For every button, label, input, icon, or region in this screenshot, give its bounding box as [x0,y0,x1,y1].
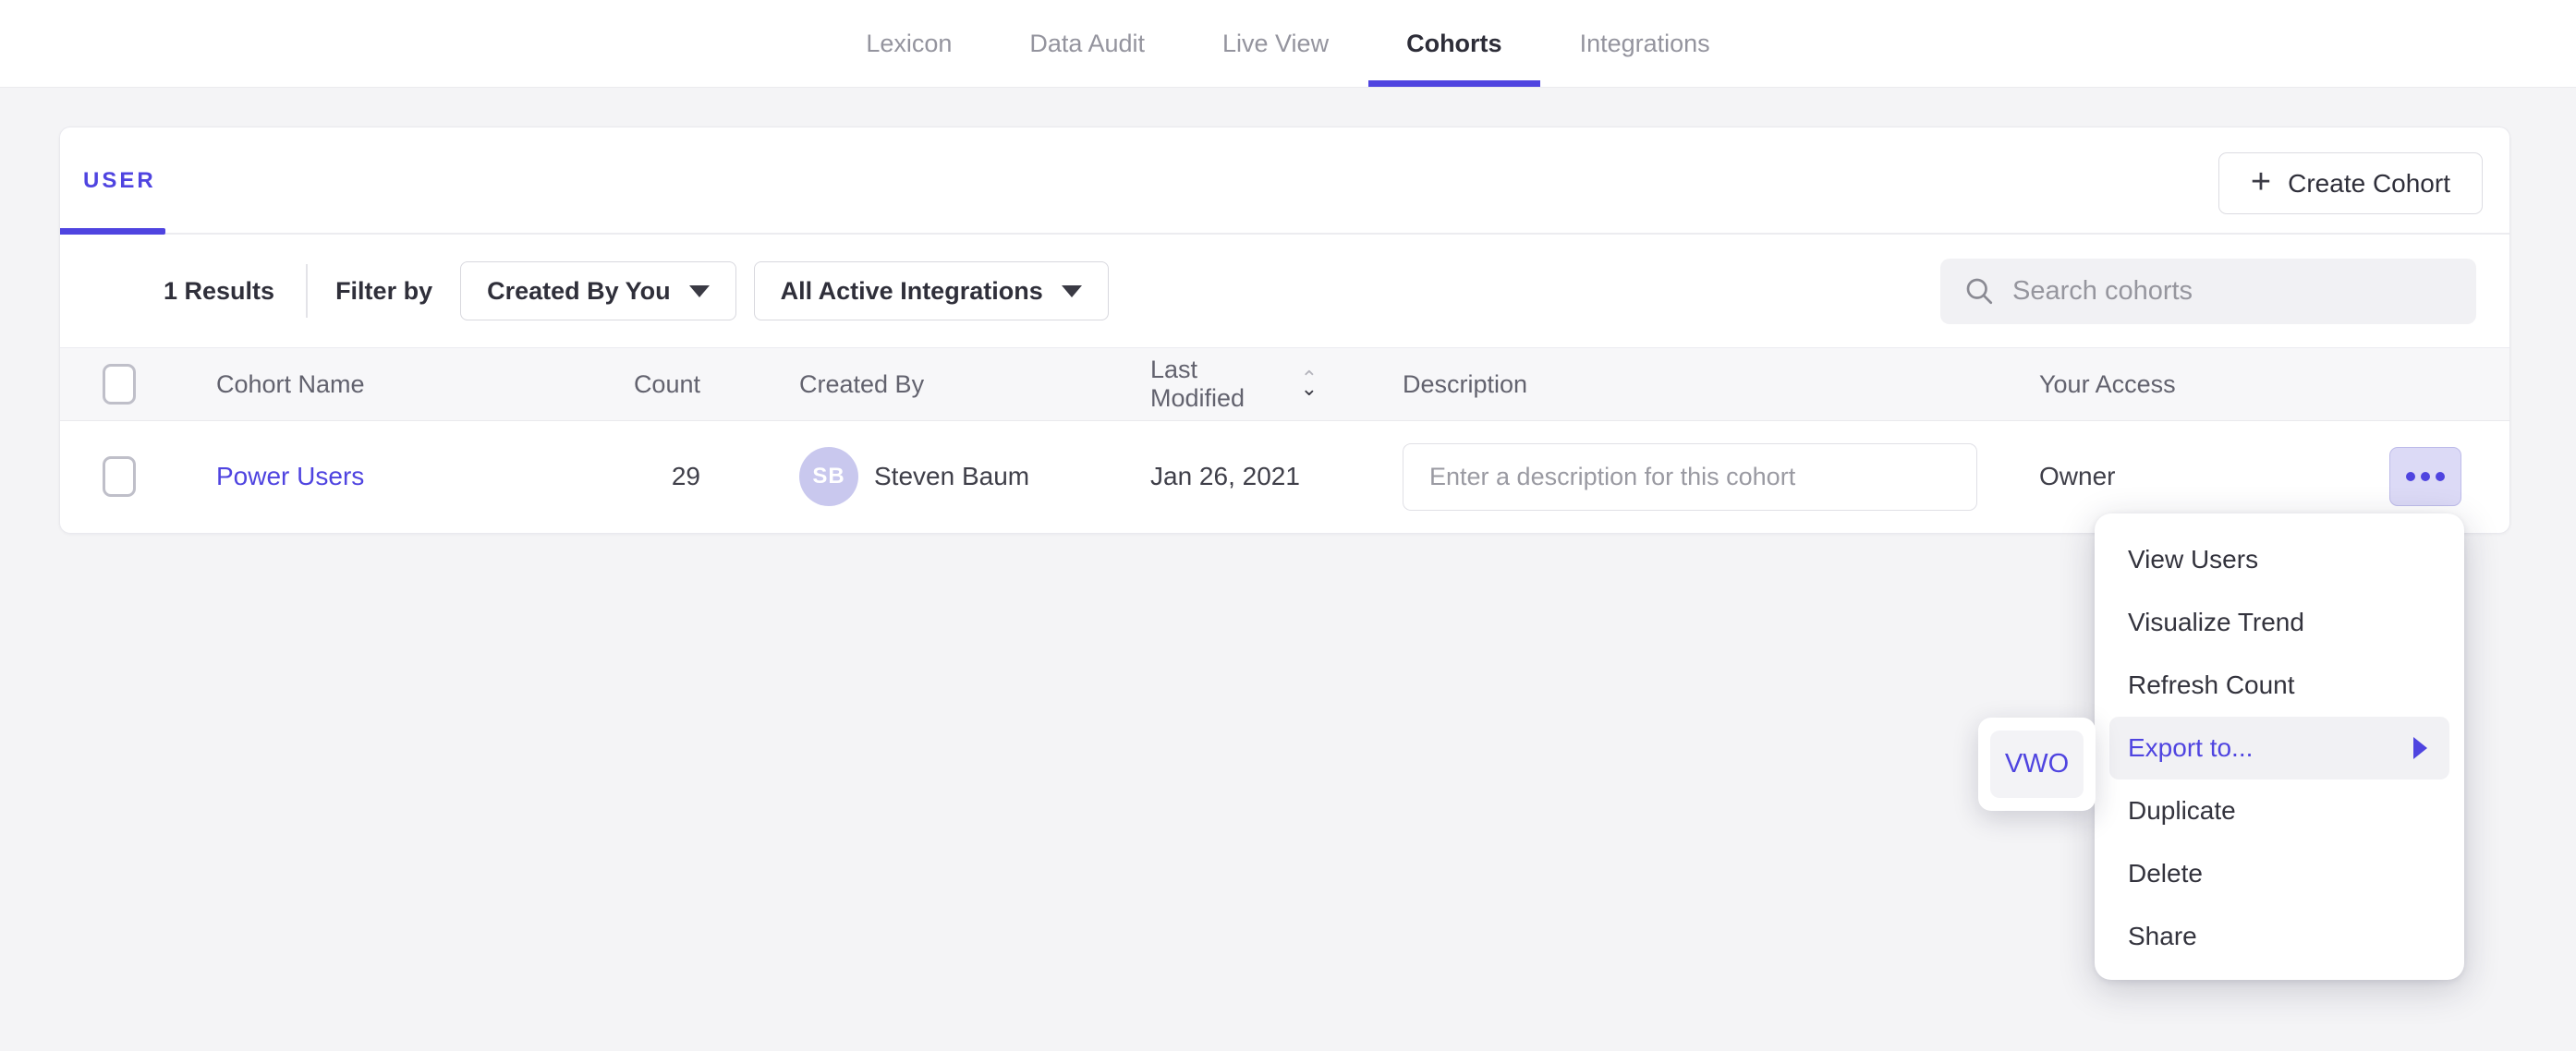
tab-live-view[interactable]: Live View [1222,0,1329,87]
menu-item-duplicate[interactable]: Duplicate [2095,779,2464,842]
menu-item-delete[interactable]: Delete [2095,842,2464,905]
creator-name: Steven Baum [874,462,1029,491]
header-last-modified[interactable]: Last Modified ⌃⌄ [1051,356,1318,413]
header-cohort-name[interactable]: Cohort Name [174,370,543,399]
search-cohorts-box[interactable] [1940,259,2476,324]
tab-lexicon[interactable]: Lexicon [866,0,952,87]
menu-item-share[interactable]: Share [2095,905,2464,968]
cohort-count: 29 [543,462,700,491]
search-icon [1962,274,1996,308]
active-tab-underline [60,228,165,235]
ellipsis-icon [2421,472,2430,481]
menu-item-refresh-count[interactable]: Refresh Count [2095,654,2464,717]
top-navigation-bar: Lexicon Data Audit Live View Cohorts Int… [0,0,2576,88]
cohort-type-tabs: USER + Create Cohort [60,127,2509,235]
table-header-row: Cohort Name Count Created By Last Modifi… [60,347,2509,421]
chevron-down-icon [1062,285,1082,297]
created-by-dropdown[interactable]: Created By You [460,261,736,320]
export-target-vwo[interactable]: VWO [1990,731,2084,798]
create-cohort-button[interactable]: + Create Cohort [2218,152,2483,214]
tab-data-audit[interactable]: Data Audit [1029,0,1145,87]
menu-item-view-users[interactable]: View Users [2095,528,2464,591]
access-level: Owner [2020,462,2325,491]
tab-integrations[interactable]: Integrations [1580,0,1710,87]
search-cohorts-input[interactable] [2012,276,2454,307]
top-nav-tabs: Lexicon Data Audit Live View Cohorts Int… [866,0,1709,87]
created-by-dropdown-value: Created By You [487,277,671,306]
cohort-name-link[interactable]: Power Users [216,462,364,490]
header-last-modified-label: Last Modified [1150,356,1290,413]
results-count: 1 Results [164,277,274,306]
chevron-down-icon [689,285,710,297]
row-checkbox[interactable] [103,456,136,497]
header-count[interactable]: Count [543,370,700,399]
export-to-label: Export to... [2128,733,2253,763]
submenu-arrow-icon [2413,737,2427,759]
menu-item-visualize-trend[interactable]: Visualize Trend [2095,591,2464,654]
row-actions-context-menu: View Users Visualize Trend Refresh Count… [2095,513,2464,980]
export-submenu-flyout: VWO [1978,718,2096,811]
row-more-actions-button[interactable] [2389,447,2461,506]
tab-cohorts[interactable]: Cohorts [1406,0,1502,87]
last-modified-date: Jan 26, 2021 [1051,462,1318,491]
ellipsis-icon [2436,472,2445,481]
tab-user-cohorts[interactable]: USER [83,168,156,194]
ellipsis-icon [2406,472,2415,481]
integrations-dropdown-value: All Active Integrations [781,277,1043,306]
cohorts-panel: USER + Create Cohort 1 Results Filter by… [59,127,2510,534]
header-description: Description [1318,370,2020,399]
avatar: SB [799,447,858,506]
select-all-checkbox[interactable] [103,364,136,405]
plus-icon: + [2251,164,2271,199]
vertical-divider [306,264,308,318]
filter-row: 1 Results Filter by Created By You All A… [60,235,2509,347]
filter-by-label: Filter by [335,277,432,306]
create-cohort-label: Create Cohort [2288,169,2450,199]
sort-icon[interactable]: ⌃⌄ [1301,373,1318,394]
header-your-access: Your Access [2020,370,2325,399]
integrations-dropdown[interactable]: All Active Integrations [754,261,1109,320]
menu-item-export-to[interactable]: Export to... [2109,717,2449,779]
header-created-by[interactable]: Created By [700,370,1051,399]
description-input[interactable] [1403,443,1977,511]
